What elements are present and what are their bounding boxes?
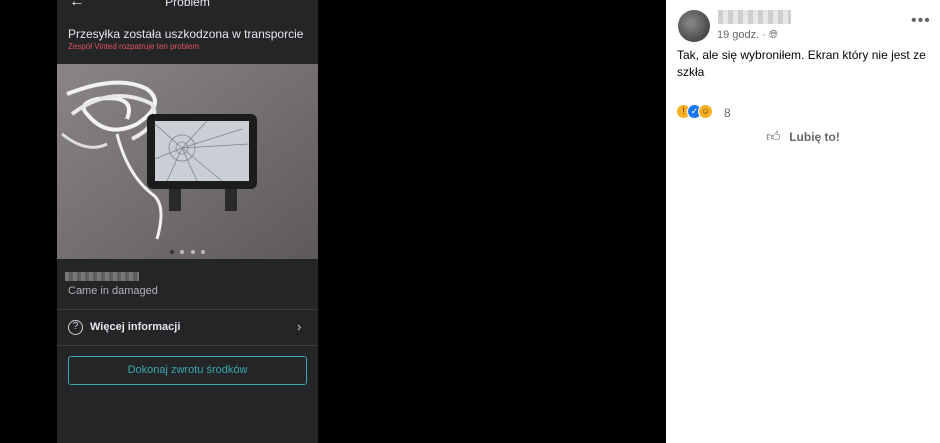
phone-title: Problem (165, 0, 210, 9)
carousel-dot[interactable] (190, 250, 195, 254)
more-options-icon[interactable]: ••• (911, 12, 931, 30)
avatar[interactable] (678, 10, 710, 42)
problem-title: Przesyłka została uszkodzona w transporc… (68, 27, 304, 41)
carousel-indicator[interactable] (57, 241, 318, 259)
question-circle-icon: ? (68, 320, 83, 335)
carousel-dot[interactable] (201, 250, 206, 254)
damaged-item-photo[interactable] (57, 64, 318, 259)
meta-separator: · (762, 29, 766, 41)
refund-button[interactable]: Dokonaj zwrotu środków (68, 356, 307, 385)
redacted-author-name[interactable] (718, 10, 791, 24)
haha-icon: ☺ (698, 104, 713, 119)
carousel-dot[interactable] (169, 250, 174, 254)
phone-header: ← Problem (57, 0, 318, 14)
redacted-item-title (65, 272, 139, 281)
more-info-row[interactable]: ? Więcej informacji › (57, 312, 318, 344)
divider (57, 345, 318, 346)
thumbs-up-icon: 👍︎ (766, 128, 781, 145)
reaction-count[interactable]: 8 (724, 106, 731, 120)
photo-illustration (57, 64, 318, 259)
like-button[interactable]: 👍︎ Lubię to! (666, 128, 940, 146)
carousel-dot[interactable] (180, 250, 185, 254)
more-info-label: Więcej informacji (90, 321, 181, 333)
vinted-screenshot: ← Problem Przesyłka została uszkodzona w… (57, 0, 318, 443)
post-text: Tak, ale się wybroniłem. Ekran który nie… (677, 48, 926, 79)
chevron-right-icon: › (297, 319, 302, 334)
problem-status: Zespół Vinted rozpatruje ten problem (68, 42, 200, 51)
post-meta: 19 godz. · 🌐︎ (717, 29, 778, 42)
like-label: Lubię to! (789, 129, 840, 144)
post-time[interactable]: 19 godz. (717, 29, 759, 41)
media-viewer: ← Problem Przesyłka została uszkodzona w… (0, 0, 666, 443)
divider (57, 309, 318, 310)
item-description: Came in damaged (68, 285, 158, 297)
comment-panel: 19 godz. · 🌐︎ ••• Tak, ale się wybroniłe… (666, 0, 940, 443)
globe-icon: 🌐︎ (769, 29, 778, 41)
